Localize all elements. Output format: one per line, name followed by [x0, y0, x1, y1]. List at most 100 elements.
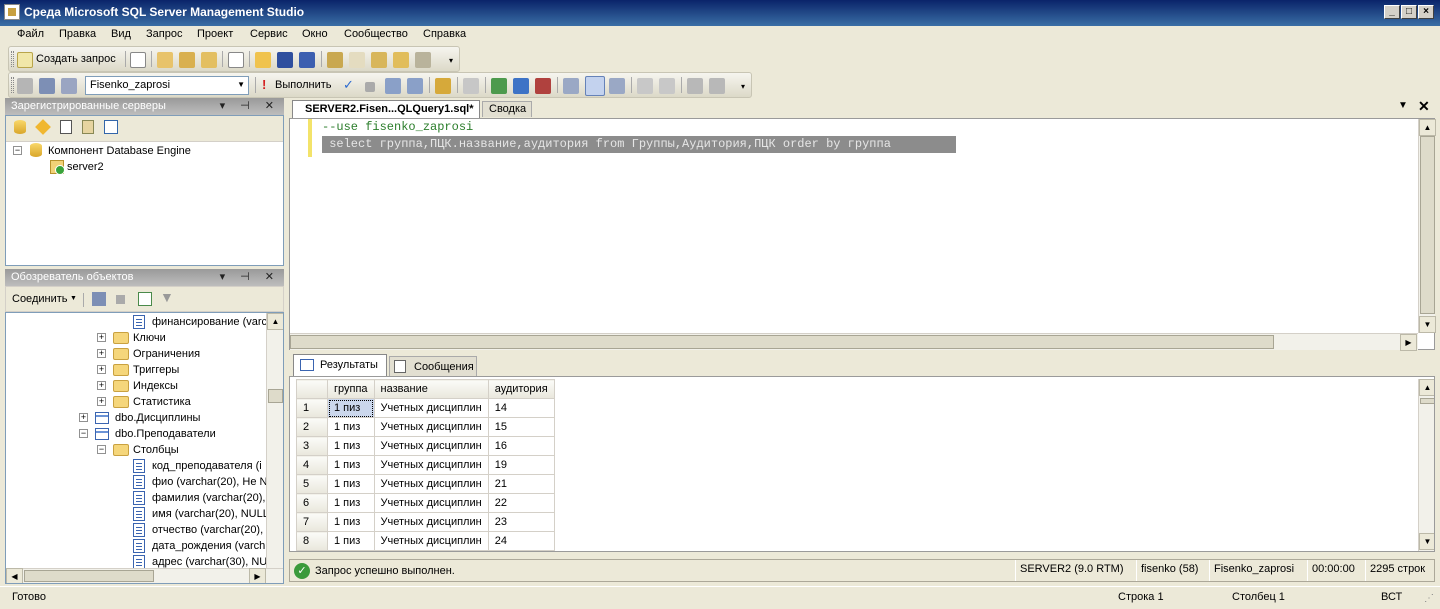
grid-vertical-scrollbar[interactable]: ▲ ▼: [1418, 379, 1434, 551]
grid-cell[interactable]: 1 пиз: [327, 474, 375, 494]
disconnect-icon[interactable]: [39, 78, 55, 94]
tree-node-column[interactable]: отчество (varchar(20),: [152, 522, 263, 538]
tree-node-column[interactable]: финансирование (varc: [152, 314, 267, 330]
column-header[interactable]: группа: [327, 379, 375, 399]
open-file-icon[interactable]: [255, 52, 271, 68]
include-actual-plan-icon[interactable]: [491, 78, 507, 94]
results-to-file-icon[interactable]: [609, 78, 625, 94]
new-query-button[interactable]: Создать запрос: [36, 53, 116, 65]
grid-cell[interactable]: 1 пиз: [327, 436, 375, 456]
editor-horizontal-scrollbar[interactable]: ▶: [290, 333, 1418, 351]
scroll-thumb[interactable]: [268, 389, 283, 403]
menu-query[interactable]: Запрос: [146, 28, 182, 40]
table-row[interactable]: 4 1 пиз Учетных дисциплин 19: [296, 455, 555, 475]
scroll-thumb[interactable]: [290, 335, 1274, 349]
registered-servers-icon[interactable]: [327, 52, 343, 68]
close-document-icon[interactable]: ✕: [1418, 98, 1430, 115]
menu-community[interactable]: Сообщество: [344, 28, 408, 40]
row-header[interactable]: 4: [296, 455, 328, 475]
intellisense-icon[interactable]: [463, 78, 479, 94]
grid-cell[interactable]: 1 пиз: [327, 398, 375, 418]
grid-cell[interactable]: Учетных дисциплин: [373, 417, 489, 437]
toolbar-grip[interactable]: [11, 51, 14, 67]
tree-node-folder[interactable]: Ограничения: [133, 346, 200, 362]
expand-toggle[interactable]: +: [97, 365, 106, 374]
cancel-query-icon[interactable]: [365, 82, 375, 92]
table-row[interactable]: 3 1 пиз Учетных дисциплин 16: [296, 436, 555, 456]
filter-icon[interactable]: ▼: [160, 289, 174, 305]
properties-icon[interactable]: [415, 52, 431, 68]
grid-cell[interactable]: Учетных дисциплин: [373, 455, 489, 475]
database-select[interactable]: Fisenko_zaprosi ▼: [85, 76, 249, 95]
connect-dropdown[interactable]: Соединить: [12, 293, 68, 305]
editor-vertical-scrollbar[interactable]: ▲ ▼: [1418, 119, 1436, 333]
object-explorer-icon[interactable]: [349, 52, 365, 68]
expand-toggle[interactable]: +: [79, 413, 88, 422]
row-header[interactable]: 5: [296, 474, 328, 494]
client-statistics-icon[interactable]: [513, 78, 529, 94]
save-icon[interactable]: [277, 52, 293, 68]
expand-toggle[interactable]: +: [97, 381, 106, 390]
scroll-right-button[interactable]: ▶: [1400, 334, 1417, 351]
menu-tools[interactable]: Сервис: [250, 28, 288, 40]
tree-node-folder[interactable]: Столбцы: [133, 442, 179, 458]
results-to-text-icon[interactable]: [563, 78, 579, 94]
increase-indent-icon[interactable]: [709, 78, 725, 94]
display-plan-icon[interactable]: [385, 78, 401, 94]
row-header[interactable]: 1: [296, 398, 328, 418]
row-header[interactable]: 2: [296, 417, 328, 437]
tab-messages[interactable]: Сообщения: [389, 356, 477, 376]
chevron-down-icon[interactable]: ▼: [70, 295, 77, 302]
refresh-icon[interactable]: [138, 292, 152, 306]
row-header[interactable]: 8: [296, 531, 328, 551]
grid-cell[interactable]: 1 пиз: [327, 493, 375, 513]
minimize-button[interactable]: _: [1384, 5, 1400, 19]
decrease-indent-icon[interactable]: [687, 78, 703, 94]
tree-node-table[interactable]: dbo.Дисциплины: [115, 410, 200, 426]
stop-icon[interactable]: [116, 295, 125, 304]
table-row[interactable]: 8 1 пиз Учетных дисциплин 24: [296, 531, 555, 551]
tree-node-folder[interactable]: Ключи: [133, 330, 166, 346]
grid-cell[interactable]: 15: [487, 417, 555, 437]
menu-window[interactable]: Окно: [302, 28, 328, 40]
reporting-services-icon[interactable]: [60, 120, 72, 134]
menu-file[interactable]: Файл: [17, 28, 44, 40]
analysis-query-icon[interactable]: [179, 52, 195, 68]
connect-icon[interactable]: [17, 78, 33, 94]
table-row[interactable]: 5 1 пиз Учетных дисциплин 21: [296, 474, 555, 494]
expand-toggle[interactable]: +: [97, 397, 106, 406]
grid-cell[interactable]: 1 пиз: [327, 455, 375, 475]
execute-icon[interactable]: !: [262, 77, 266, 92]
tree-node-server2[interactable]: server2: [67, 159, 104, 175]
grid-cell[interactable]: 22: [487, 493, 555, 513]
scroll-up-button[interactable]: ▲: [1419, 379, 1434, 396]
grid-cell[interactable]: Учетных дисциплин: [373, 493, 489, 513]
grid-cell[interactable]: 21: [487, 474, 555, 494]
collapse-toggle[interactable]: −: [79, 429, 88, 438]
tree-node-folder[interactable]: Индексы: [133, 378, 178, 394]
table-row[interactable]: 2 1 пиз Учетных дисциплин 15: [296, 417, 555, 437]
grid-cell[interactable]: Учетных дисциплин: [373, 436, 489, 456]
menu-project[interactable]: Проект: [197, 28, 233, 40]
maximize-button[interactable]: □: [1401, 5, 1417, 19]
grid-cell[interactable]: 1 пиз: [327, 512, 375, 532]
grid-cell[interactable]: 1 пиз: [327, 531, 375, 551]
parse-check-icon[interactable]: ✓: [343, 77, 354, 93]
tree-node-column[interactable]: код_преподавателя (i: [152, 458, 262, 474]
grid-cell[interactable]: 19: [487, 455, 555, 475]
sqlcmd-mode-icon[interactable]: [535, 78, 551, 94]
close-button[interactable]: ×: [1418, 5, 1434, 19]
tab-query-editor[interactable]: SERVER2.Fisen...QLQuery1.sql*: [292, 100, 480, 118]
collapse-toggle[interactable]: −: [97, 445, 106, 454]
tree-node-column[interactable]: дата_рождения (varch: [152, 538, 265, 554]
pane-controls[interactable]: ▾ ⊣ ✕: [220, 270, 280, 283]
solution-explorer-icon[interactable]: [393, 52, 409, 68]
column-header[interactable]: аудитория: [487, 379, 555, 399]
uncomment-icon[interactable]: [659, 78, 675, 94]
scroll-up-button[interactable]: ▲: [1419, 119, 1436, 136]
chevron-down-icon[interactable]: ▼: [237, 80, 245, 89]
pane-controls[interactable]: ▾ ⊣ ✕: [220, 99, 280, 112]
table-row[interactable]: 1 1 пиз Учетных дисциплин 14: [296, 398, 555, 418]
grid-cell[interactable]: 1 пиз: [327, 417, 375, 437]
grid-cell[interactable]: Учетных дисциплин: [373, 512, 489, 532]
